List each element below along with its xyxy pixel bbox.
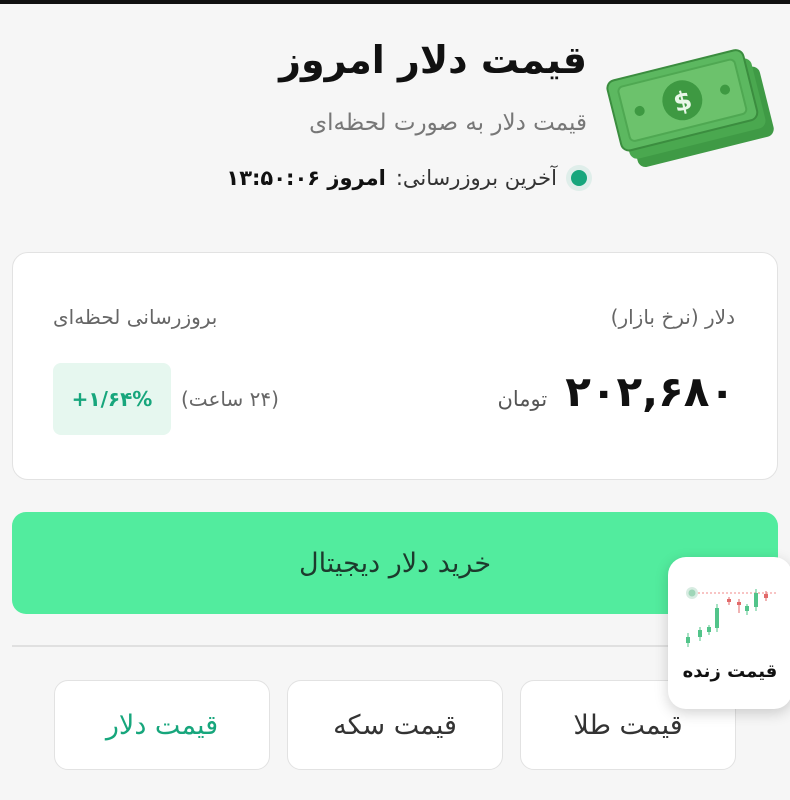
price-unit: تومان [497, 387, 548, 411]
last-update-row: آخرین بروزرسانی: امروز ۱۳:۵۰:۰۶ [226, 166, 587, 190]
last-update-label: آخرین بروزرسانی: [395, 166, 557, 190]
currency-label: دلار (نرخ بازار) [610, 305, 735, 329]
status-bar-edge [0, 0, 790, 4]
buy-digital-dollar-button[interactable]: خرید دلار دیجیتال [12, 512, 778, 614]
page-title: قیمت دلار امروز [279, 38, 587, 82]
tab-coin-price[interactable]: قیمت سکه [287, 680, 503, 770]
live-price-label: قیمت زنده [682, 661, 778, 682]
banknote-stack-icon: $ [606, 49, 774, 167]
dollar-price: ۲۰۲,۶۸۰ [565, 367, 735, 416]
tab-dollar-price[interactable]: قیمت دلار [54, 680, 270, 770]
divider [12, 645, 778, 647]
live-update-label: بروزرسانی لحظه‌ای [53, 305, 218, 329]
change-badge: +۱/۶۴% [53, 363, 171, 435]
change-period: (۲۴ ساعت) [181, 387, 279, 411]
candlestick-chart-icon [686, 587, 776, 647]
last-update-value: امروز ۱۳:۵۰:۰۶ [226, 166, 386, 190]
page-subtitle: قیمت دلار به صورت لحظه‌ای [309, 110, 587, 136]
change-info: (۲۴ ساعت) +۱/۶۴% [53, 363, 279, 435]
price-row: ۲۰۲,۶۸۰ تومان [497, 367, 735, 416]
price-card: دلار (نرخ بازار) بروزرسانی لحظه‌ای ۲۰۲,۶… [12, 252, 778, 480]
live-price-widget[interactable]: قیمت زنده [668, 557, 790, 709]
green-dot-icon [571, 170, 587, 186]
